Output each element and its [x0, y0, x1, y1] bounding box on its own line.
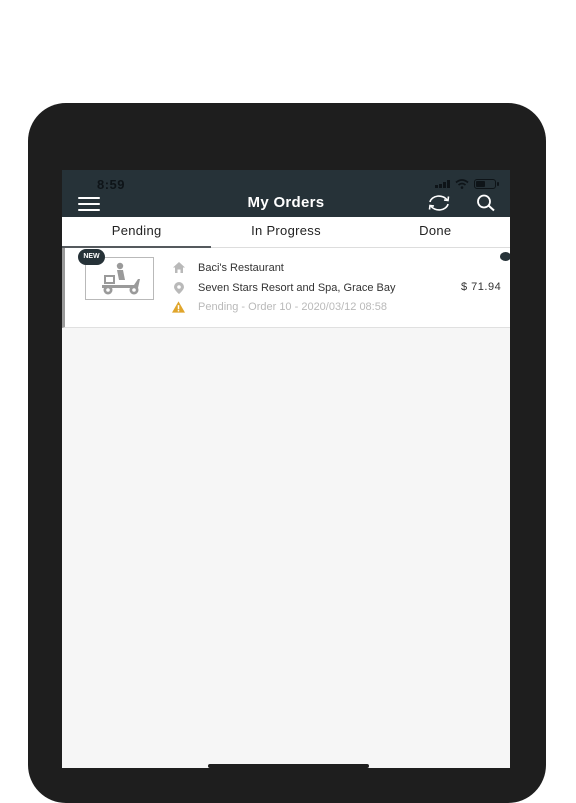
status-time: 8:59: [97, 177, 126, 192]
home-icon: [172, 261, 185, 274]
status-row: Pending - Order 10 - 2020/03/12 08:58: [172, 300, 387, 313]
top-app-bar: 8:59 My Orders: [62, 170, 510, 217]
battery-icon: [474, 179, 499, 189]
location-pin-icon: [172, 281, 185, 294]
tab-done[interactable]: Done: [361, 217, 510, 247]
signal-icon: [435, 180, 450, 188]
address-row: Seven Stars Resort and Spa, Grace Bay: [172, 281, 440, 294]
delivery-scooter-icon: [101, 262, 140, 294]
search-icon[interactable]: [476, 194, 496, 212]
order-list-item[interactable]: NEW Baci's Restaurant Seven Stars Resort…: [62, 248, 510, 328]
tab-pending[interactable]: Pending: [62, 217, 212, 248]
restaurant-name: Baci's Restaurant: [198, 261, 284, 274]
new-badge: NEW: [78, 249, 105, 265]
app-screen: 8:59 My Orders Pending In Progress Done …: [62, 170, 510, 768]
order-tabs: Pending In Progress Done: [62, 217, 510, 248]
status-icons: [435, 179, 499, 189]
warning-icon: [172, 300, 185, 313]
order-status: Pending - Order 10 - 2020/03/12 08:58: [198, 300, 387, 313]
delivery-address: Seven Stars Resort and Spa, Grace Bay: [198, 281, 396, 294]
home-indicator[interactable]: [208, 764, 369, 768]
restaurant-row: Baci's Restaurant: [172, 261, 284, 274]
unread-dot: [500, 252, 510, 261]
refresh-icon[interactable]: [426, 193, 452, 213]
tab-in-progress[interactable]: In Progress: [211, 217, 360, 247]
wifi-icon: [455, 179, 469, 189]
order-price: $ 71.94: [461, 281, 502, 293]
